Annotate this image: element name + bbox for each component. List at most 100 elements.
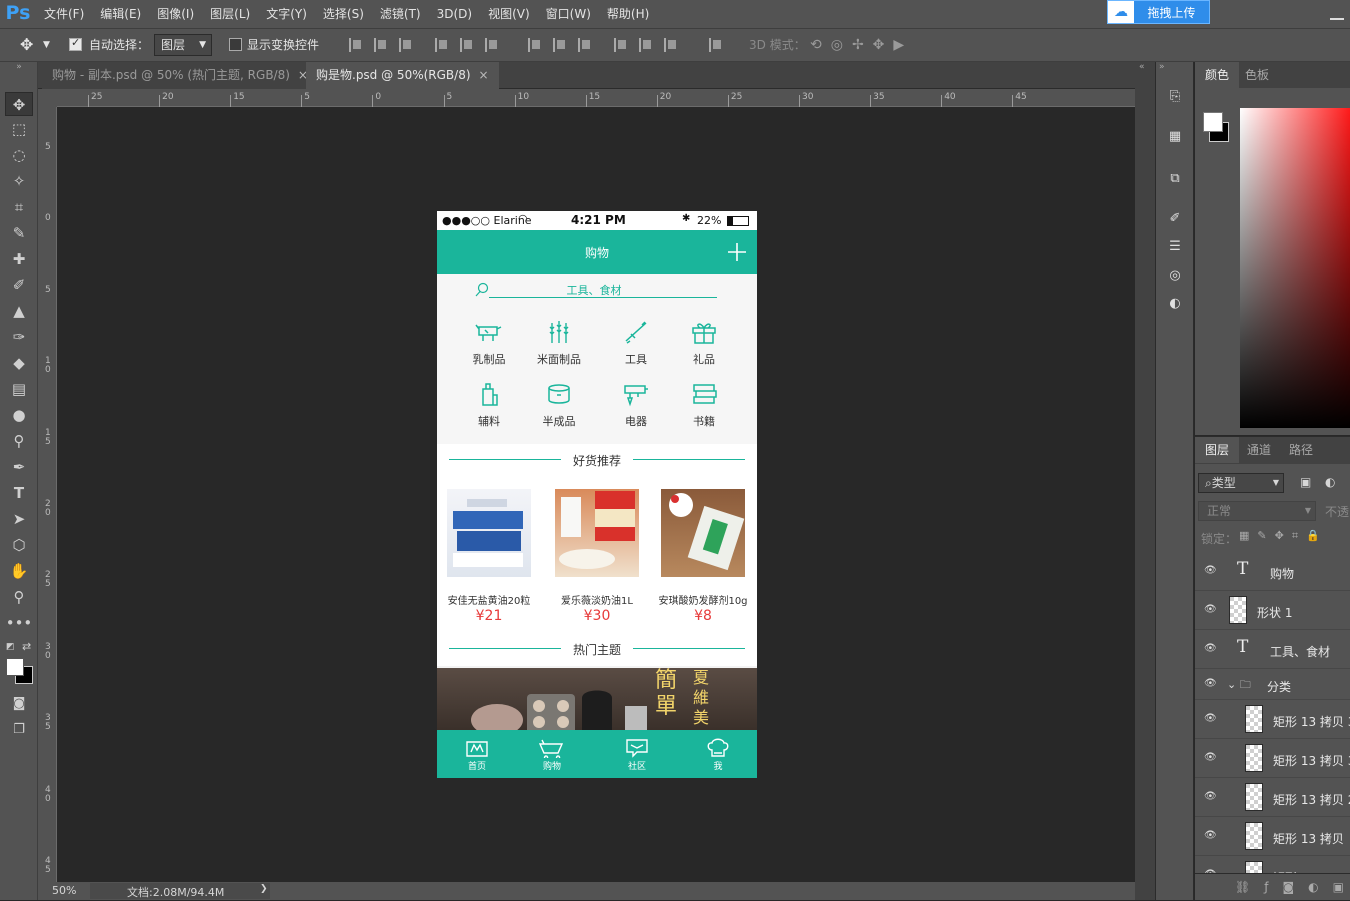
- adjustment-filter-icon[interactable]: ◐: [1325, 475, 1335, 489]
- product-card[interactable]: 爱乐薇淡奶油1L ¥30: [547, 489, 647, 624]
- visibility-eye-icon[interactable]: 👁: [1204, 643, 1217, 654]
- layer-filter-select[interactable]: ⌕类型 ▼: [1198, 473, 1284, 493]
- menu-item[interactable]: 窗口(W): [538, 0, 599, 28]
- menu-item[interactable]: 滤镜(T): [372, 0, 429, 28]
- minimize-icon[interactable]: [1330, 6, 1344, 20]
- history-panel-icon[interactable]: ⎘: [1164, 86, 1186, 108]
- 3d-mode-icons[interactable]: ⟲◎✢✥▶: [810, 29, 913, 61]
- pen-tool-icon[interactable]: ✒: [5, 455, 33, 479]
- layer-row[interactable]: 👁 矩形 13 拷贝 2: [1195, 779, 1350, 817]
- visibility-eye-icon[interactable]: 👁: [1204, 752, 1217, 763]
- brush-panel-icon[interactable]: ✐: [1164, 208, 1186, 230]
- type-tool-icon[interactable]: T: [5, 481, 33, 505]
- layer-row[interactable]: 👁 矩形 13 拷贝 3: [1195, 740, 1350, 778]
- foreground-color-swatch[interactable]: [1203, 112, 1223, 132]
- layer-row[interactable]: 👁 矩形 13 拷贝: [1195, 818, 1350, 856]
- phone-artboard[interactable]: ●●●○○ Elarine ◠ 4:21 PM ✱ 22% 购物 工具、食材 乳…: [437, 211, 757, 778]
- tab-shopping[interactable]: 购物: [512, 730, 592, 778]
- visibility-eye-icon[interactable]: 👁: [1204, 678, 1217, 689]
- color-picker-field[interactable]: [1240, 108, 1350, 428]
- collapse-icon[interactable]: »: [5, 62, 33, 74]
- distribute-left-icon[interactable]: [614, 38, 628, 52]
- visibility-eye-icon[interactable]: 👁: [1204, 713, 1217, 724]
- auto-select-checkbox[interactable]: [69, 36, 82, 51]
- category-semi-finished[interactable]: 半成品: [524, 381, 594, 429]
- hot-topic-banner[interactable]: 簡單 夏維美: [437, 668, 757, 730]
- layer-actions-bar[interactable]: ⛓ƒ◙◐▣: [1195, 873, 1350, 901]
- visibility-eye-icon[interactable]: 👁: [1204, 830, 1217, 841]
- layer-row[interactable]: 👁矩形 13: [1195, 857, 1350, 873]
- distribute-vcenter-icon[interactable]: [553, 38, 567, 52]
- layer-row[interactable]: 👁 T 工具、食材: [1195, 631, 1350, 669]
- dodge-tool-icon[interactable]: ⚲: [5, 429, 33, 453]
- marquee-tool-icon[interactable]: ⬚: [5, 117, 33, 141]
- zoom-tool-icon[interactable]: ⚲: [5, 585, 33, 609]
- menu-item[interactable]: 文字(Y): [258, 0, 315, 28]
- magic-wand-icon[interactable]: ✧: [5, 169, 33, 193]
- more-tools-icon[interactable]: •••: [5, 611, 33, 635]
- tab-paths[interactable]: 路径: [1279, 437, 1323, 463]
- adjustments-panel-icon[interactable]: ☰: [1164, 236, 1186, 258]
- healing-brush-icon[interactable]: ✚: [5, 247, 33, 271]
- auto-align-icon[interactable]: [709, 38, 723, 52]
- chevron-right-icon[interactable]: ❯: [260, 884, 268, 894]
- distribute-hcenter-icon[interactable]: [639, 38, 653, 52]
- layer-row[interactable]: 👁 ⌄ 🗀 分类: [1195, 670, 1350, 700]
- visibility-eye-icon[interactable]: 👁: [1204, 565, 1217, 576]
- path-select-icon[interactable]: ➤: [5, 507, 33, 531]
- align-right-icon[interactable]: [485, 38, 499, 52]
- category-tools[interactable]: 工具: [601, 319, 671, 367]
- quick-mask-icon[interactable]: ◙: [5, 692, 33, 716]
- align-top-icon[interactable]: [349, 38, 363, 52]
- category-ingredients[interactable]: 辅料: [454, 381, 524, 429]
- align-left-icon[interactable]: [435, 38, 449, 52]
- eraser-tool-icon[interactable]: ◆: [5, 351, 33, 375]
- drag-upload-button[interactable]: ☁ 拖拽上传: [1107, 0, 1210, 24]
- collapse-panels-icon[interactable]: »: [1159, 62, 1165, 72]
- menu-item[interactable]: 选择(S): [315, 0, 372, 28]
- align-hcenter-icon[interactable]: [460, 38, 474, 52]
- folder-icon[interactable]: ⌄ 🗀: [1227, 676, 1251, 695]
- tab-swatches[interactable]: 色板: [1235, 62, 1279, 88]
- tab-color[interactable]: 颜色: [1195, 62, 1240, 88]
- screen-mode-icon[interactable]: ❐: [5, 718, 33, 742]
- search-bar[interactable]: 工具、食材: [437, 274, 757, 314]
- libraries-panel-icon[interactable]: ▦: [1164, 126, 1186, 148]
- brush-tool-icon[interactable]: ✐: [5, 273, 33, 297]
- layer-row[interactable]: 👁 T 购物: [1195, 553, 1350, 591]
- menu-item[interactable]: 3D(D): [429, 0, 480, 28]
- swap-colors-icon[interactable]: ⇄: [22, 640, 31, 653]
- default-colors-icon[interactable]: ◩: [6, 642, 15, 652]
- image-filter-icon[interactable]: ▣: [1300, 475, 1311, 489]
- blend-mode-select[interactable]: 正常 ▼: [1198, 501, 1316, 521]
- tool-preset-chevron-icon[interactable]: ▼: [43, 29, 50, 61]
- menu-item[interactable]: 图像(I): [149, 0, 202, 28]
- move-tool-icon[interactable]: ✥: [5, 92, 33, 116]
- product-card[interactable]: 安佳无盐黄油20粒 ¥21: [439, 489, 539, 624]
- auto-select-target-select[interactable]: 图层 ▼: [154, 34, 212, 56]
- styles-panel-icon[interactable]: ◐: [1164, 293, 1186, 315]
- tab-me[interactable]: 我: [678, 730, 757, 778]
- menu-item[interactable]: 文件(F): [36, 0, 92, 28]
- layer-row[interactable]: 👁 形状 1: [1195, 592, 1350, 630]
- tab-copy-psd[interactable]: 购物 - 副本.psd @ 50% (热门主题, RGB/8) ×: [42, 62, 319, 89]
- distribute-top-icon[interactable]: [528, 38, 542, 52]
- history-brush-icon[interactable]: ✑: [5, 325, 33, 349]
- distribute-bottom-icon[interactable]: [578, 38, 592, 52]
- plus-icon[interactable]: [727, 242, 747, 262]
- close-icon[interactable]: ×: [479, 68, 489, 82]
- menu-item[interactable]: 视图(V): [480, 0, 538, 28]
- tab-layers[interactable]: 图层: [1195, 437, 1240, 463]
- category-dairy[interactable]: 乳制品: [454, 319, 524, 367]
- layer-row[interactable]: 👁 矩形 13 拷贝 3: [1195, 701, 1350, 739]
- category-gifts[interactable]: 礼品: [669, 319, 739, 367]
- expand-icon[interactable]: «: [1139, 62, 1145, 72]
- distribute-right-icon[interactable]: [664, 38, 678, 52]
- hand-tool-icon[interactable]: ✋: [5, 559, 33, 583]
- gradient-tool-icon[interactable]: ▤: [5, 377, 33, 401]
- lock-icons[interactable]: ▦✎✥⌗🔒: [1239, 529, 1328, 543]
- align-bottom-icon[interactable]: [399, 38, 413, 52]
- properties-panel-icon[interactable]: ⧉: [1164, 168, 1186, 190]
- tab-home[interactable]: 首页: [437, 730, 517, 778]
- visibility-eye-icon[interactable]: 👁: [1204, 604, 1217, 615]
